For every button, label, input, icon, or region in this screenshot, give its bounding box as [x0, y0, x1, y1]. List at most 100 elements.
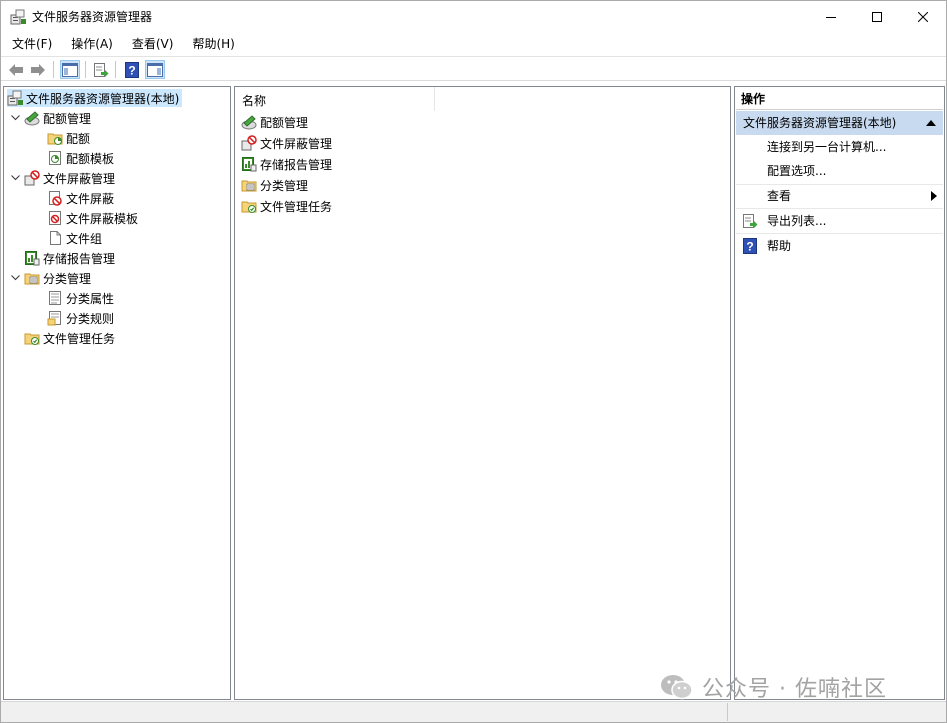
- console-tree-pane: 文件服务器资源管理器(本地) 配额管理 配额 配额模板 文件屏蔽管理 文件屏蔽 …: [3, 86, 231, 700]
- tree-item-classification-rules[interactable]: 分类规则: [47, 309, 114, 327]
- action-connect[interactable]: 连接到另一台计算机...: [736, 135, 943, 159]
- file-management-tasks-icon: [241, 201, 257, 213]
- action-export-list[interactable]: 导出列表...: [736, 209, 943, 233]
- title-bar: 文件服务器资源管理器: [1, 1, 946, 33]
- actions-section-label: 文件服务器资源管理器(本地): [743, 116, 897, 130]
- menu-help[interactable]: 帮助(H): [181, 34, 242, 55]
- menu-file[interactable]: 文件(F): [1, 34, 60, 55]
- list-item[interactable]: 配额管理: [241, 113, 308, 131]
- tree-label: 文件组: [66, 231, 103, 246]
- tree-item-file-screens[interactable]: 文件屏蔽: [47, 189, 114, 207]
- action-help[interactable]: ? 帮助: [736, 234, 943, 258]
- file-screening-icon: [241, 135, 257, 151]
- tree-label: 文件服务器资源管理器(本地): [26, 91, 180, 106]
- tree-item-file-management-tasks[interactable]: 文件管理任务: [24, 329, 115, 347]
- tree-item-quota-management[interactable]: 配额管理: [10, 109, 91, 127]
- maximize-button[interactable]: [854, 1, 900, 33]
- action-label: 连接到另一台计算机...: [767, 140, 887, 154]
- list-item-label: 分类管理: [260, 178, 309, 193]
- chevron-down-icon[interactable]: [10, 109, 21, 127]
- list-item-label: 存储报告管理: [260, 157, 333, 172]
- show-hide-tree-button[interactable]: [60, 60, 80, 79]
- menu-action[interactable]: 操作(A): [60, 34, 121, 55]
- tree-label: 文件屏蔽管理: [43, 171, 116, 186]
- toolbar-separator: [115, 61, 116, 78]
- back-arrow-icon: [9, 63, 23, 76]
- close-button[interactable]: [900, 1, 946, 33]
- column-header-label: 名称: [242, 94, 267, 108]
- export-list-icon: [94, 62, 109, 77]
- help-icon: ?: [125, 61, 139, 78]
- tree-item-file-groups[interactable]: 文件组: [47, 229, 102, 247]
- help-button[interactable]: ?: [122, 60, 142, 79]
- console-tree-icon: [62, 62, 78, 77]
- toolbar-separator: [53, 61, 54, 78]
- action-pane-icon: [147, 62, 163, 77]
- tree-item-file-screening-management[interactable]: 文件屏蔽管理: [10, 169, 115, 187]
- actions-section-header[interactable]: 文件服务器资源管理器(本地): [736, 111, 943, 135]
- list-item-label: 文件管理任务: [260, 199, 333, 214]
- export-list-button[interactable]: [91, 60, 111, 79]
- tree-item-file-screen-templates[interactable]: 文件屏蔽模板: [47, 209, 138, 227]
- file-server-icon: [7, 90, 23, 106]
- tree-label: 分类规则: [66, 311, 115, 326]
- maximize-icon: [872, 12, 882, 22]
- action-configure-options[interactable]: 配置选项...: [736, 159, 943, 183]
- tree-item-storage-reports[interactable]: 存储报告管理: [24, 249, 115, 267]
- chevron-down-icon[interactable]: [10, 169, 21, 187]
- forward-button[interactable]: [28, 60, 48, 79]
- list-item-label: 配额管理: [260, 115, 309, 130]
- list-item[interactable]: 存储报告管理: [241, 155, 332, 173]
- chevron-right-icon: [931, 191, 937, 201]
- actions-header: 操作: [736, 88, 943, 110]
- svg-text:?: ?: [128, 63, 135, 77]
- list-item[interactable]: 分类管理: [241, 176, 308, 194]
- close-icon: [918, 12, 928, 22]
- minimize-button[interactable]: [808, 1, 854, 33]
- column-header-name[interactable]: 名称: [235, 87, 435, 111]
- file-screen-template-icon: [49, 211, 61, 225]
- action-view[interactable]: 查看: [736, 184, 943, 208]
- toolbar-separator: [85, 61, 86, 78]
- tree-label: 文件屏蔽模板: [66, 211, 139, 226]
- action-label: 导出列表...: [767, 214, 827, 228]
- file-group-icon: [50, 231, 61, 245]
- tree-item-quota-templates[interactable]: 配额模板: [47, 149, 114, 167]
- svg-text:?: ?: [746, 240, 753, 254]
- tree-item-quotas[interactable]: 配额: [47, 129, 90, 147]
- forward-arrow-icon: [31, 63, 45, 76]
- back-button[interactable]: [6, 60, 26, 79]
- tree-label: 配额: [66, 131, 91, 146]
- app-window: 文件服务器资源管理器 文件(F) 操作(A) 查看(V) 帮助(H) ? 文件服…: [0, 0, 947, 723]
- menu-view[interactable]: 查看(V): [121, 34, 182, 55]
- quota-management-icon: [241, 115, 257, 130]
- tree-label: 文件屏蔽: [66, 191, 115, 206]
- watermark: 公众号 · 佐喃社区: [660, 671, 887, 703]
- chevron-down-icon[interactable]: [10, 269, 21, 287]
- classification-properties-icon: [49, 291, 61, 305]
- action-label: 查看: [767, 189, 792, 203]
- status-bar: [1, 701, 946, 722]
- file-screening-icon: [24, 170, 40, 186]
- chevron-up-icon: [926, 120, 936, 126]
- list-item[interactable]: 文件管理任务: [241, 197, 332, 215]
- tree-label: 文件管理任务: [43, 331, 116, 346]
- action-label: 配置选项...: [767, 164, 827, 178]
- tree-label: 分类管理: [43, 271, 92, 286]
- tree-label: 配额模板: [66, 151, 115, 166]
- menu-bar: 文件(F) 操作(A) 查看(V) 帮助(H): [1, 34, 946, 55]
- help-icon: ?: [743, 238, 757, 254]
- tree-item-classification-management[interactable]: 分类管理: [10, 269, 91, 287]
- quota-folder-icon: [47, 133, 63, 145]
- storage-report-icon: [25, 251, 40, 266]
- tree-item-classification-properties[interactable]: 分类属性: [47, 289, 114, 307]
- show-hide-action-pane-button[interactable]: [145, 60, 165, 79]
- watermark-text: 公众号 · 佐喃社区: [702, 677, 887, 702]
- tree-label: 配额管理: [43, 111, 92, 126]
- classification-folder-icon: [24, 273, 40, 285]
- tree-item-root[interactable]: 文件服务器资源管理器(本地): [7, 89, 183, 107]
- file-server-icon: [10, 9, 26, 25]
- window-title: 文件服务器资源管理器: [32, 10, 153, 24]
- list-item[interactable]: 文件屏蔽管理: [241, 134, 332, 152]
- actions-pane: 操作 文件服务器资源管理器(本地) 连接到另一台计算机... 配置选项... 查…: [734, 86, 945, 700]
